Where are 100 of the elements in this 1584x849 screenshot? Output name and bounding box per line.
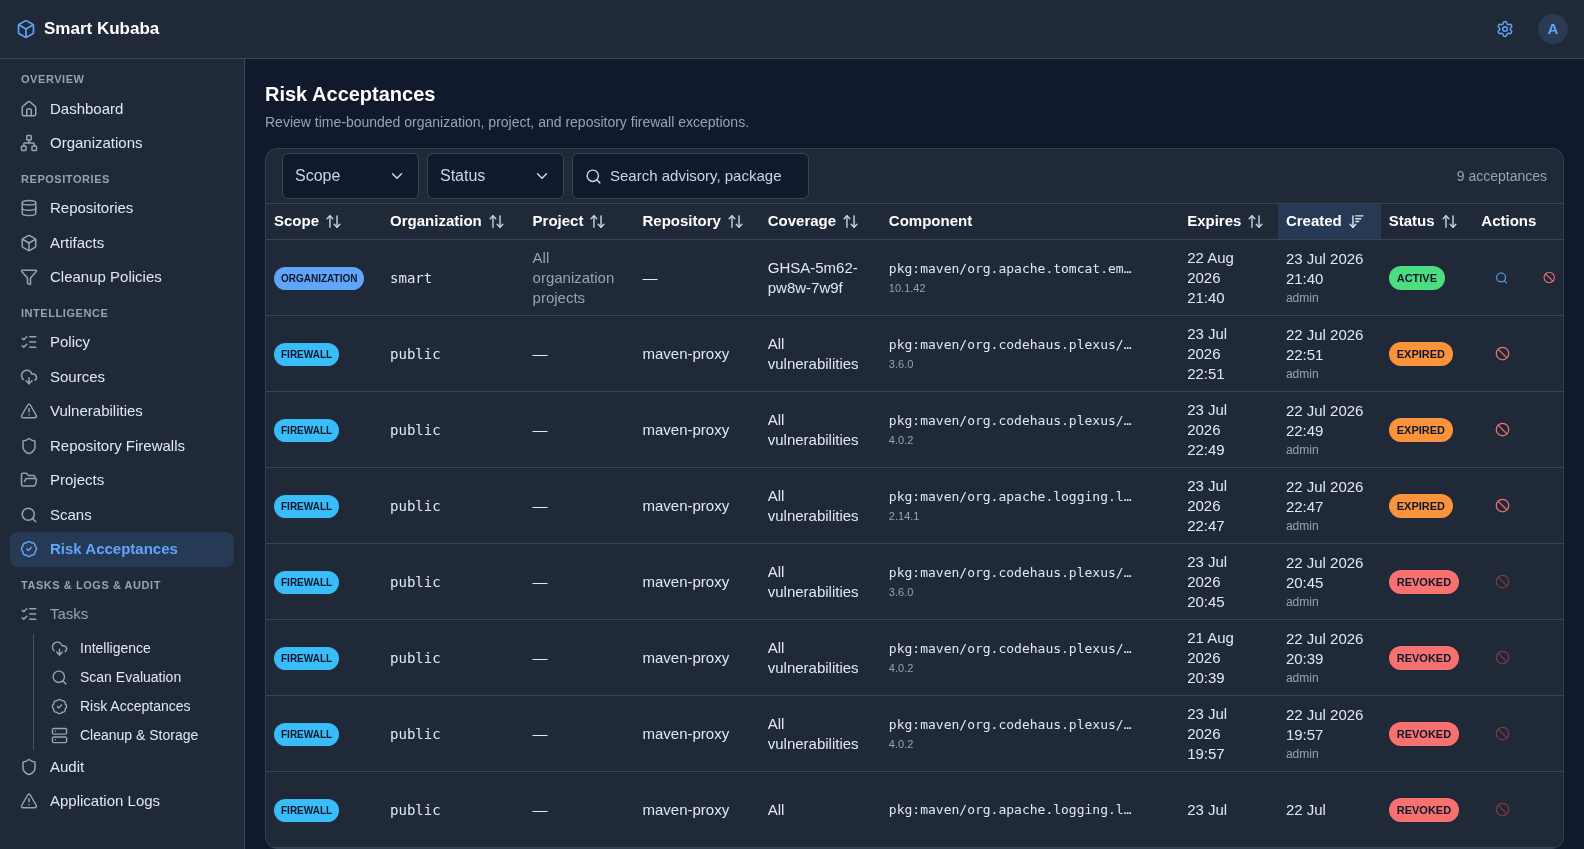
column-header[interactable]: Project [524, 203, 635, 240]
column-header[interactable]: Repository [634, 203, 760, 240]
created-cell-text: 22 Jul 2026 22:49 [1285, 400, 1365, 441]
organization-cell: public [390, 421, 441, 438]
sidebar-item[interactable]: Dashboard [10, 91, 234, 126]
sidebar-item[interactable]: Repositories [10, 191, 234, 226]
status-badge: REVOKED [1388, 569, 1460, 595]
search-input[interactable]: Search advisory, package [610, 164, 796, 188]
search-field[interactable]: Search advisory, package [572, 153, 809, 199]
status-badge: ACTIVE [1388, 265, 1446, 291]
scope-badge: FIREWALL [274, 799, 340, 822]
created-by-text: admin [1285, 289, 1320, 307]
column-header: Component [880, 203, 1180, 240]
organization-cell: public [390, 649, 441, 666]
search-icon [585, 167, 602, 185]
sidebar-item[interactable]: Artifacts [10, 225, 234, 260]
page-title: Risk Acceptances [265, 82, 437, 107]
created-cell-text: 22 Jul 2026 22:51 [1285, 324, 1365, 365]
project-cell-text: — [532, 647, 549, 668]
column-header[interactable]: Expires [1179, 203, 1278, 240]
expires-cell-text: 22 Aug 2026 21:40 [1187, 247, 1235, 308]
scope-badge: FIREWALL [274, 419, 340, 442]
sidebar-item[interactable]: Vulnerabilities [10, 394, 234, 429]
repository-cell: maven-proxy [642, 496, 730, 514]
revoke-icon[interactable] [1542, 270, 1555, 285]
sidebar-item[interactable]: Organizations [10, 126, 234, 161]
created-cell-text: 23 Jul 2026 21:40 [1285, 248, 1365, 289]
expires-cell-text: 23 Jul 2026 20:45 [1187, 551, 1229, 612]
repository-cell: maven-proxy [642, 420, 730, 438]
created-by-text: admin [1285, 593, 1320, 611]
version-text: 2.14.1 [888, 509, 921, 524]
sidebar-item[interactable]: Risk Acceptances [10, 532, 234, 567]
user-avatar[interactable]: A [1538, 14, 1568, 44]
sidebar-item[interactable]: Scans [10, 497, 234, 532]
nav-icon [20, 233, 38, 252]
section-heading: INTELLIGENCE [20, 305, 110, 321]
created-cell-text: 22 Jul [1285, 799, 1327, 820]
column-header[interactable]: Scope [266, 203, 383, 240]
app-title: Smart Kubaba [44, 18, 160, 41]
scope-badge: ORGANIZATION [274, 267, 365, 290]
column-header: Actions [1473, 203, 1563, 240]
component-cell-text: pkg:maven/org.apache.tomcat.em… [888, 259, 1133, 278]
coverage-cell-text: All vulnerabilities [767, 561, 860, 602]
sidebar-item[interactable]: Tasks [10, 597, 234, 632]
nav-icon [51, 726, 68, 744]
nav-icon [51, 639, 68, 657]
created-by-text: admin [1285, 441, 1320, 459]
nav-icon [20, 99, 38, 118]
sidebar-item[interactable]: Sources [10, 359, 234, 394]
component-cell-text: pkg:maven/org.codehaus.plexus/… [888, 715, 1133, 734]
coverage-cell-text: GHSA-5m62-pw8w-7w9f [767, 257, 859, 298]
coverage-cell-text: All vulnerabilities [767, 485, 860, 526]
column-header[interactable]: Organization [382, 203, 525, 240]
filter-dropdown[interactable]: Scope [282, 153, 419, 199]
component-cell-text: pkg:maven/org.apache.logging.l… [888, 487, 1133, 506]
sidebar-item[interactable]: Audit [10, 749, 234, 784]
sidebar-item[interactable]: Cleanup & Storage [43, 720, 234, 750]
scope-badge: FIREWALL [274, 571, 340, 594]
sidebar-item[interactable]: Repository Firewalls [10, 428, 234, 463]
sidebar-item[interactable]: Projects [10, 463, 234, 498]
column-header[interactable]: Created [1277, 203, 1381, 240]
revoke-icon[interactable] [1495, 498, 1511, 513]
revoke-icon[interactable] [1495, 346, 1511, 361]
coverage-cell-text: All vulnerabilities [767, 713, 860, 754]
project-cell-text: — [532, 571, 549, 592]
created-cell-text: 22 Jul 2026 20:45 [1285, 552, 1365, 593]
sidebar-item[interactable]: Risk Acceptances [43, 691, 234, 721]
sidebar-item[interactable]: Policy [10, 325, 234, 360]
filter-dropdown[interactable]: Status [427, 153, 564, 199]
expires-cell-text: 23 Jul 2026 19:57 [1187, 703, 1229, 764]
coverage-cell-text: All vulnerabilities [767, 637, 860, 678]
created-cell-text: 22 Jul 2026 20:39 [1285, 628, 1365, 669]
nav-icon [20, 540, 38, 559]
project-cell-text: — [532, 495, 549, 516]
component-cell-text: pkg:maven/org.codehaus.plexus/… [888, 335, 1133, 354]
nav-icon [20, 505, 38, 524]
nav-icon [20, 792, 38, 811]
sidebar-item[interactable]: Scan Evaluation [43, 662, 234, 692]
organization-cell: public [390, 801, 441, 818]
status-badge: REVOKED [1388, 721, 1460, 747]
column-header[interactable]: Status [1380, 203, 1474, 240]
organization-cell: smart [390, 269, 433, 286]
organization-cell: public [390, 725, 441, 742]
sidebar-item[interactable]: Intelligence [43, 633, 234, 663]
repository-cell: maven-proxy [642, 648, 730, 666]
cube-icon [16, 19, 36, 39]
section-heading: REPOSITORIES [20, 171, 111, 187]
project-cell-text: All organization projects [532, 247, 616, 308]
nav-icon [20, 436, 38, 455]
sidebar-item[interactable]: Cleanup Policies [10, 260, 234, 295]
revoke-icon[interactable] [1495, 422, 1511, 437]
version-text: 4.0.2 [888, 661, 915, 676]
created-by-text: admin [1285, 669, 1320, 687]
component-cell-text: pkg:maven/org.codehaus.plexus/… [888, 563, 1133, 582]
column-header[interactable]: Coverage [759, 203, 881, 240]
version-text: 3.6.0 [888, 357, 915, 372]
sidebar-item[interactable]: Application Logs [10, 784, 234, 819]
search-icon[interactable] [1495, 269, 1509, 286]
nav-icon [20, 402, 38, 421]
settings-icon[interactable] [1496, 20, 1514, 38]
